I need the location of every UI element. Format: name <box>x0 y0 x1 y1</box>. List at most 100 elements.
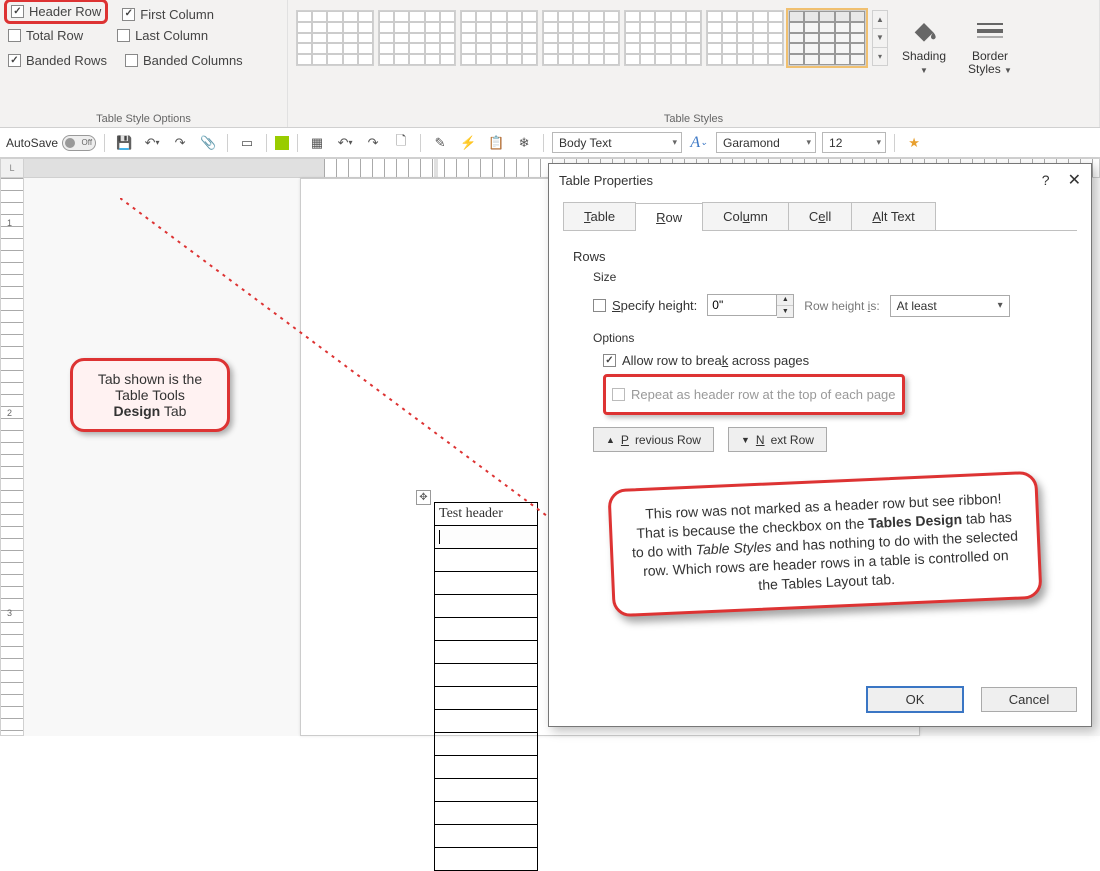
label: Banded Rows <box>26 53 107 68</box>
cancel-button[interactable]: Cancel <box>981 687 1077 712</box>
checkbox-icon <box>593 299 606 312</box>
checkmark-icon <box>8 54 21 67</box>
tab-table[interactable]: Table <box>563 202 636 230</box>
tool-icon-1[interactable]: ✎ <box>429 132 451 154</box>
table-cell[interactable] <box>435 687 538 710</box>
bucket-icon <box>908 14 940 46</box>
table-cell[interactable] <box>435 779 538 802</box>
dialog-tabs: Table Row Column Cell Alt Text <box>563 202 1077 231</box>
more-icon[interactable]: ▾ <box>873 48 887 65</box>
style-thumb-5[interactable] <box>624 10 702 66</box>
checkbox-banded-columns[interactable]: Banded Columns <box>125 53 243 68</box>
label: Border Styles <box>968 49 1008 76</box>
ruler-tick: 1 <box>7 218 12 228</box>
table-cell[interactable] <box>435 526 538 549</box>
style-thumb-3[interactable] <box>460 10 538 66</box>
border-styles-button[interactable]: Border Styles ▼ <box>960 10 1020 80</box>
quick-access-toolbar: AutoSave Off 💾 ↶▾ ↷ 📎 ▭ ▦ ↶▾ ↷ 🗋 ✎ ⚡ 📋 ❄… <box>0 128 1100 158</box>
tab-cell[interactable]: Cell <box>788 202 852 230</box>
triangle-down-icon: ▼ <box>741 435 750 445</box>
tab-row[interactable]: Row <box>635 203 703 231</box>
label: Last Column <box>135 28 208 43</box>
size-label: Size <box>593 270 1067 284</box>
tool-icon-2[interactable]: ⚡ <box>457 132 479 154</box>
shading-button[interactable]: Shading▼ <box>894 10 954 80</box>
style-thumb-2[interactable] <box>378 10 456 66</box>
attach-icon[interactable]: 📎 <box>197 132 219 154</box>
callout-explain: This row was not marked as a header row … <box>607 471 1042 618</box>
height-input[interactable]: ▲▼ <box>707 294 794 318</box>
style-combo[interactable]: Body Text <box>552 132 682 153</box>
save-icon[interactable]: 💾 <box>113 132 135 154</box>
dialog-title: Table Properties <box>559 173 653 188</box>
table-cell[interactable] <box>435 756 538 779</box>
spin-down-icon[interactable]: ▼ <box>777 306 793 317</box>
font-combo[interactable]: Garamond <box>716 132 816 153</box>
options-label: Options <box>593 331 1067 345</box>
table-cell[interactable] <box>435 802 538 825</box>
style-thumb-4[interactable] <box>542 10 620 66</box>
previous-row-button[interactable]: ▲ Previous Row <box>593 427 714 452</box>
grid-icon[interactable]: ▦ <box>306 132 328 154</box>
checkbox-header-row[interactable]: Header Row <box>11 4 101 19</box>
table-move-handle-icon[interactable]: ✥ <box>416 490 431 505</box>
checkbox-allow-break[interactable]: Allow row to break across pages <box>603 353 1067 368</box>
checkbox-last-column[interactable]: Last Column <box>117 28 208 43</box>
favorite-icon[interactable]: ★ <box>903 132 925 154</box>
font-size-combo[interactable]: 12 <box>822 132 886 153</box>
doc-icon[interactable]: 🗋 <box>390 132 412 154</box>
table-header-cell[interactable]: Test header <box>435 503 538 526</box>
up-arrow-icon[interactable]: ▲ <box>873 11 887 29</box>
toggle-pill-icon[interactable]: Off <box>62 135 96 151</box>
table-cell[interactable] <box>435 618 538 641</box>
height-field[interactable] <box>707 294 777 316</box>
checkmark-icon <box>122 8 135 21</box>
down-arrow-icon[interactable]: ▼ <box>873 29 887 47</box>
redo-button[interactable]: ↷ <box>169 132 191 154</box>
ruler-tick: 3 <box>7 608 12 618</box>
undo-button[interactable]: ↶▾ <box>141 132 163 154</box>
combo-value: Body Text <box>559 136 611 150</box>
table-cell[interactable] <box>435 641 538 664</box>
test-table[interactable]: Test header <box>434 502 538 871</box>
checkbox-total-row[interactable]: Total Row <box>8 28 83 43</box>
table-cell[interactable] <box>435 825 538 848</box>
tab-alt-text[interactable]: Alt Text <box>851 202 935 230</box>
new-icon[interactable]: ▭ <box>236 132 258 154</box>
dialog-titlebar[interactable]: Table Properties ? ✕ <box>549 164 1091 196</box>
table-cell[interactable] <box>435 572 538 595</box>
close-icon[interactable]: ✕ <box>1068 170 1081 190</box>
table-cell[interactable] <box>435 710 538 733</box>
checkbox-icon <box>612 388 625 401</box>
tab-column[interactable]: Column <box>702 202 789 230</box>
highlight-icon[interactable] <box>275 136 289 150</box>
table-cell[interactable] <box>435 664 538 687</box>
chevron-down-icon: ▼ <box>1004 66 1012 75</box>
help-icon[interactable]: ? <box>1042 172 1050 188</box>
style-thumb-7-selected[interactable] <box>788 10 866 66</box>
clear-format-icon[interactable]: A⌄ <box>688 132 710 154</box>
rows-heading: Rows <box>573 249 1067 264</box>
table-cell[interactable] <box>435 595 538 618</box>
autosave-toggle[interactable]: AutoSave Off <box>6 135 96 151</box>
redo2-icon[interactable]: ↷ <box>362 132 384 154</box>
tab-label: ow <box>665 210 682 225</box>
next-row-button[interactable]: ▼ Next Row <box>728 427 827 452</box>
checkbox-specify-height[interactable]: Specify height: <box>593 298 697 313</box>
gallery-scroll[interactable]: ▲▼▾ <box>872 10 888 66</box>
paste-icon[interactable]: 📋 <box>485 132 507 154</box>
ok-button[interactable]: OK <box>867 687 963 712</box>
table-cell[interactable] <box>435 549 538 572</box>
combo-value: 12 <box>829 136 842 150</box>
style-thumb-6[interactable] <box>706 10 784 66</box>
undo2-icon[interactable]: ↶▾ <box>334 132 356 154</box>
style-thumb-1[interactable] <box>296 10 374 66</box>
table-cell[interactable] <box>435 848 538 871</box>
checkbox-banded-rows[interactable]: Banded Rows <box>8 53 107 68</box>
spin-up-icon[interactable]: ▲ <box>777 295 793 306</box>
group-table-styles: ▲▼▾ Shading▼ Border Styles ▼ Table Style… <box>288 0 1100 127</box>
checkbox-first-column[interactable]: First Column <box>122 2 214 26</box>
snowflake-icon[interactable]: ❄ <box>513 132 535 154</box>
row-height-combo[interactable]: At least <box>890 295 1010 317</box>
vertical-ruler[interactable]: 1 2 3 <box>0 178 24 736</box>
